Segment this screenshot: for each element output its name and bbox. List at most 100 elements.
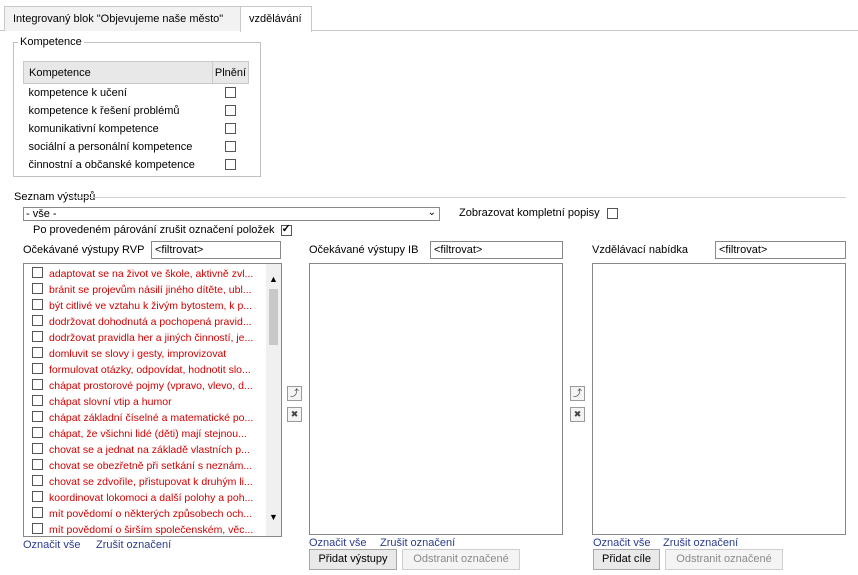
item-label: chovat se a jednat na základě vlastních … — [49, 444, 250, 456]
rvp-scrollbar[interactable]: ▲ ▼ — [266, 264, 281, 536]
item-label: chápat základní číselné a matematické po… — [49, 412, 254, 424]
item-checkbox[interactable] — [32, 379, 43, 390]
item-checkbox[interactable] — [32, 347, 43, 358]
list-item[interactable]: být citlivé ve vztahu k živým bytostem, … — [32, 298, 252, 314]
list-item[interactable]: koordinovat lokomoci a další polohy a po… — [32, 490, 253, 506]
item-label: dodržovat dohodnutá a pochopená pravid..… — [49, 316, 252, 328]
rvp-deselect-all-link[interactable]: Zrušit označení — [96, 539, 171, 551]
item-label: bránit se projevům násilí jiného dítěte,… — [49, 284, 252, 296]
scrollbar-thumb[interactable] — [269, 289, 278, 345]
kompetence-legend: Kompetence — [20, 36, 82, 48]
kompetence-label: kompetence k řešení problémů — [28, 104, 180, 117]
item-checkbox[interactable] — [32, 491, 43, 502]
list-item[interactable]: mít povědomí o některých způsobech och..… — [32, 506, 252, 522]
item-label: koordinovat lokomoci a další polohy a po… — [49, 492, 254, 504]
vzdelavaci-filter-input[interactable]: <filtrovat> — [715, 241, 846, 259]
pridat-vystupy-button[interactable]: Přidat výstupy — [309, 549, 397, 570]
list-item[interactable]: dodržovat dohodnutá a pochopená pravid..… — [32, 314, 252, 330]
item-checkbox[interactable] — [32, 267, 43, 278]
ib-list[interactable] — [309, 263, 563, 535]
table-row: kompetence k učení — [24, 84, 249, 102]
item-label: chápat slovní vtip a humor — [49, 396, 172, 408]
table-row: kompetence k řešení problémů — [24, 102, 249, 120]
unpair-icon[interactable]: ✖ — [570, 407, 585, 422]
item-checkbox[interactable] — [32, 459, 43, 470]
list-item[interactable]: chápat základní číselné a matematické po… — [32, 410, 253, 426]
item-checkbox[interactable] — [32, 443, 43, 454]
chevron-down-icon: ⌄ — [427, 207, 436, 218]
plneni-checkbox[interactable] — [225, 105, 236, 117]
list-item[interactable]: chápat, že všichni lidé (děti) mají stej… — [32, 426, 247, 442]
parovani-checkbox[interactable] — [280, 222, 292, 236]
list-item[interactable]: chápat prostorové pojmy (vpravo, vlevo, … — [32, 378, 253, 394]
item-label: chápat prostorové pojmy (vpravo, vlevo, … — [49, 380, 253, 392]
tab-vzdelavani[interactable]: vzdělávání — [240, 6, 312, 32]
vzdelavaci-list[interactable] — [592, 263, 846, 535]
pridat-cile-button[interactable]: Přidat cíle — [593, 549, 660, 570]
table-row: komunikativní kompetence — [24, 120, 249, 138]
item-checkbox[interactable] — [32, 331, 43, 342]
item-label: adaptovat se na život ve škole, aktivně … — [49, 268, 254, 280]
plneni-checkbox[interactable] — [225, 141, 236, 153]
list-item[interactable]: bránit se projevům násilí jiného dítěte,… — [32, 282, 252, 298]
rvp-list[interactable]: adaptovat se na život ve škole, aktivně … — [23, 263, 282, 537]
chevron-up-icon[interactable]: ▲ — [269, 274, 278, 284]
table-row: činnostní a občanské kompetence — [24, 156, 249, 174]
list-item[interactable]: chápat slovní vtip a humor — [32, 394, 172, 410]
rvp-label: Očekávané výstupy RVP — [23, 244, 145, 256]
parovani-option[interactable]: Po provedeném párování zrušit označení p… — [33, 222, 292, 236]
item-label: mít povědomí o širším společenském, věc.… — [49, 524, 254, 536]
item-checkbox[interactable] — [32, 395, 43, 406]
ib-filter-input[interactable]: <filtrovat> — [430, 241, 563, 259]
kompletni-popisy-label: Zobrazovat kompletní popisy — [459, 207, 600, 219]
item-checkbox[interactable] — [32, 283, 43, 294]
item-label: chovat se obezřetně při setkání s neznám… — [49, 460, 253, 472]
pair-icon[interactable]: ⤴ — [570, 386, 585, 401]
item-checkbox[interactable] — [32, 427, 43, 438]
chevron-down-icon[interactable]: ▼ — [269, 512, 278, 522]
column-header-kompetence: Kompetence — [23, 61, 213, 84]
list-item[interactable]: adaptovat se na život ve škole, aktivně … — [32, 266, 253, 282]
kompletni-popisy-checkbox[interactable] — [606, 207, 618, 219]
pair-icon[interactable]: ⤴ — [287, 386, 302, 401]
vzdelavaci-deselect-all-link[interactable]: Zrušit označení — [663, 537, 738, 549]
item-checkbox[interactable] — [32, 507, 43, 518]
ib-deselect-all-link[interactable]: Zrušit označení — [380, 537, 455, 549]
vzdelavaci-select-all-link[interactable]: Označit vše — [593, 537, 650, 549]
vystupy-select[interactable]: - vše - ⌄ — [23, 207, 440, 221]
item-label: formulovat otázky, odpovídat, hodnotit s… — [49, 364, 251, 376]
odstranit-oznacene-ib-button[interactable]: Odstranit označené — [402, 549, 520, 570]
item-checkbox[interactable] — [32, 299, 43, 310]
item-checkbox[interactable] — [32, 523, 43, 534]
plneni-checkbox[interactable] — [225, 159, 236, 171]
item-checkbox[interactable] — [32, 315, 43, 326]
odstranit-oznacene-vzdelavaci-button[interactable]: Odstranit označené — [665, 549, 783, 570]
vzdelavaci-label: Vzdělávací nabídka — [592, 244, 689, 256]
tab-integrovany-blok[interactable]: Integrovaný blok "Objevujeme naše město" — [4, 6, 241, 31]
rvp-select-all-link[interactable]: Označit vše — [23, 539, 80, 551]
list-item[interactable]: dodržovat pravidla her a jiných činností… — [32, 330, 253, 346]
item-checkbox[interactable] — [32, 475, 43, 486]
parovani-label: Po provedeném párování zrušit označení p… — [33, 224, 275, 236]
list-item[interactable]: formulovat otázky, odpovídat, hodnotit s… — [32, 362, 251, 378]
kompetence-label: komunikativní kompetence — [28, 122, 159, 135]
rvp-filter-input[interactable]: <filtrovat> — [151, 241, 281, 259]
list-item[interactable]: chovat se zdvořile, přistupovat k druhým… — [32, 474, 253, 490]
item-label: domluvit se slovy i gesty, improvizovat — [49, 348, 227, 360]
plneni-checkbox[interactable] — [225, 123, 236, 135]
list-item[interactable]: mít povědomí o širším společenském, věc.… — [32, 522, 254, 536]
list-item[interactable]: chovat se obezřetně při setkání s neznám… — [32, 458, 252, 474]
item-checkbox[interactable] — [32, 363, 43, 374]
item-label: dodržovat pravidla her a jiných činností… — [49, 332, 254, 344]
list-item[interactable]: chovat se a jednat na základě vlastních … — [32, 442, 250, 458]
unpair-icon[interactable]: ✖ — [287, 407, 302, 422]
list-item[interactable]: domluvit se slovy i gesty, improvizovat — [32, 346, 226, 362]
item-checkbox[interactable] — [32, 411, 43, 422]
tab-bar: Integrovaný blok "Objevujeme naše město"… — [0, 6, 858, 32]
kompletni-popisy-option[interactable]: Zobrazovat kompletní popisy — [459, 207, 618, 219]
ib-label: Očekávané výstupy IB — [309, 244, 419, 256]
plneni-checkbox[interactable] — [225, 87, 236, 99]
column-header-plneni: Plnění — [212, 61, 249, 84]
ib-select-all-link[interactable]: Označit vše — [309, 537, 366, 549]
kompetence-label: kompetence k učení — [28, 86, 127, 99]
